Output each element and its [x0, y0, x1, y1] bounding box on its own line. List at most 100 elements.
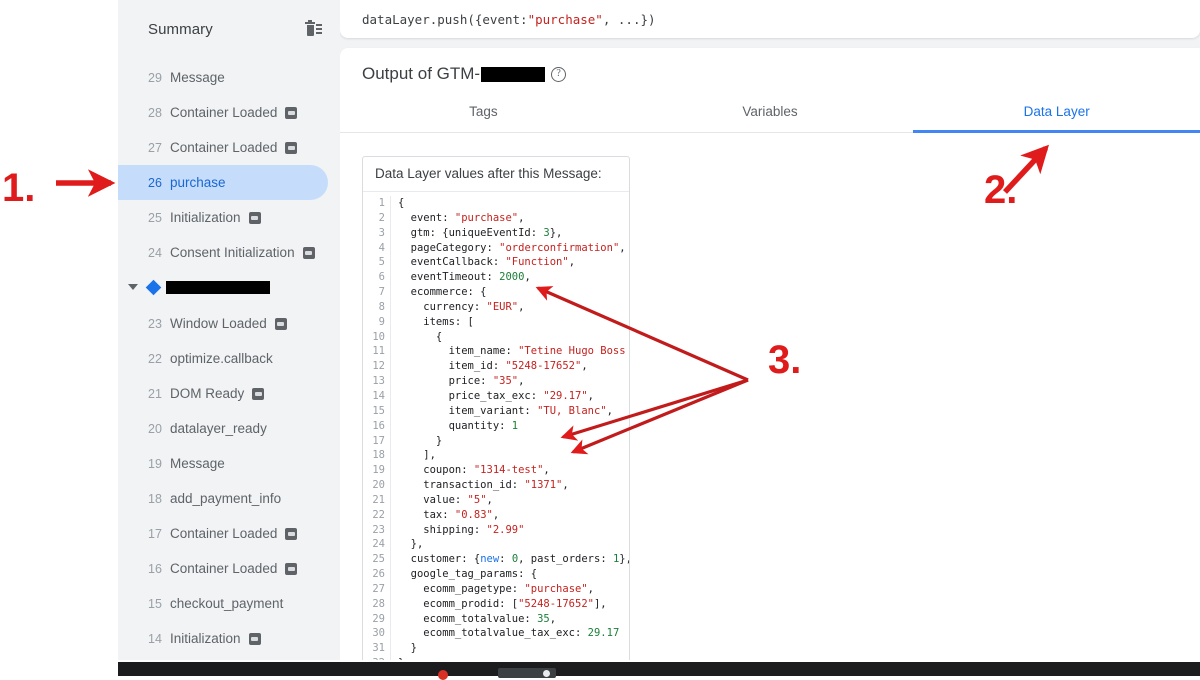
- code-line: {: [398, 197, 405, 209]
- code-line-number: 17: [372, 434, 385, 447]
- data-layer-code-panel: Data Layer values after this Message: 12…: [362, 156, 630, 660]
- code-content: { event: "purchase", gtm: {uniqueEventId…: [391, 196, 629, 660]
- message-sidebar: Summary 29 Message 28 Container Loaded 27 Con…: [118, 0, 340, 660]
- code-line-number: 26: [372, 568, 385, 581]
- code-line: value: "5",: [398, 493, 493, 506]
- annotation-label-3: 3.: [768, 338, 802, 382]
- code-line: item_id: "5248-17652",: [398, 360, 588, 373]
- code-line: ecomm_prodid: ["5248-17652"],: [398, 597, 607, 610]
- code-line-number: 6: [378, 271, 385, 284]
- code-line: price_tax_exc: "29.17",: [398, 389, 594, 402]
- message-number: 21: [148, 386, 162, 401]
- code-line-number: 22: [372, 508, 385, 521]
- sidebar-message-optimize-callback[interactable]: 22 optimize.callback: [118, 341, 328, 376]
- code-line-number: 14: [372, 389, 385, 402]
- message-label: add_payment_info: [170, 491, 282, 506]
- help-circle-icon[interactable]: ?: [551, 66, 567, 82]
- code-line-number: 2: [378, 211, 385, 224]
- message-number: 27: [148, 140, 162, 155]
- sidebar-header: Summary: [118, 0, 340, 58]
- code-line: currency: "EUR",: [398, 300, 525, 313]
- sidebar-message-checkout-payment[interactable]: 15 checkout_payment: [118, 586, 328, 621]
- message-number: 19: [148, 456, 162, 471]
- code-line-number: 10: [372, 330, 385, 343]
- container-group-row[interactable]: [118, 270, 340, 304]
- message-number: 20: [148, 421, 162, 436]
- code-line: gtm: {uniqueEventId: 3},: [398, 226, 563, 239]
- sidebar-message-container-loaded[interactable]: 17 Container Loaded: [118, 516, 328, 551]
- code-line: items: [: [398, 315, 474, 328]
- tab-tags[interactable]: Tags: [340, 98, 627, 132]
- code-line: ecommerce: {: [398, 286, 487, 299]
- message-label: Container Loaded: [170, 561, 278, 576]
- code-line: quantity: 1: [398, 419, 519, 432]
- annotation-label-1: 1.: [2, 166, 36, 210]
- code-line-number: 12: [372, 360, 385, 373]
- sidebar-message-container-loaded[interactable]: 27 Container Loaded: [118, 130, 328, 165]
- datalayer-push-bar: dataLayer.push({event: "purchase", ...}): [340, 0, 1200, 38]
- output-title-text: Output of GTM-: [362, 64, 481, 83]
- code-line-number: 4: [378, 241, 385, 254]
- sidebar-message-initialization[interactable]: 25 Initialization: [118, 200, 328, 235]
- sidebar-message-window-loaded[interactable]: 23 Window Loaded: [118, 306, 328, 341]
- annotation-label-2: 2.: [984, 168, 1018, 212]
- sidebar-message-container-loaded[interactable]: 16 Container Loaded: [118, 551, 328, 586]
- tab-data-layer[interactable]: Data Layer: [913, 98, 1200, 133]
- code-line-number: 16: [372, 419, 385, 432]
- message-number: 15: [148, 596, 162, 611]
- taskbar-dot-icon: [438, 670, 448, 680]
- container-badge-icon: [285, 562, 298, 575]
- code-line-number: 27: [372, 582, 385, 595]
- code-line: {: [398, 330, 443, 343]
- sidebar-message-container-loaded[interactable]: 28 Container Loaded: [118, 95, 328, 130]
- message-label: Window Loaded: [170, 316, 267, 331]
- sidebar-message-message[interactable]: 29 Message: [118, 60, 328, 95]
- code-line-number: 13: [372, 375, 385, 388]
- container-badge-icon: [302, 246, 315, 259]
- code-line-number: 25: [372, 553, 385, 566]
- container-badge-icon: [274, 317, 287, 330]
- sidebar-message-datalayer-ready[interactable]: 20 datalayer_ready: [118, 411, 328, 446]
- chevron-down-icon[interactable]: [128, 284, 138, 290]
- message-number: 23: [148, 316, 162, 331]
- code-line-number: 24: [372, 538, 385, 551]
- main-content: dataLayer.push({event: "purchase", ...})…: [340, 0, 1200, 660]
- code-line-number: 5: [378, 256, 385, 269]
- code-line: item_name: "Tetine Hugo Boss ",: [398, 345, 629, 358]
- message-number: 16: [148, 561, 162, 576]
- code-line: ],: [398, 449, 436, 462]
- code-line-number: 20: [372, 479, 385, 492]
- page-title: Summary: [148, 20, 213, 38]
- sidebar-message-consent-initialization[interactable]: 24 Consent Initialization: [118, 235, 328, 270]
- sidebar-message-add-payment-info[interactable]: 18 add_payment_info: [118, 481, 328, 516]
- code-panel-header: Data Layer values after this Message:: [363, 157, 629, 192]
- push-prefix: dataLayer.push({event:: [362, 11, 528, 27]
- code-line-number: 3: [378, 226, 385, 239]
- message-list-top: 29 Message 28 Container Loaded 27 Container L…: [118, 58, 340, 270]
- code-line-number: 18: [372, 449, 385, 462]
- code-line: event: "purchase",: [398, 211, 525, 224]
- sidebar-message-purchase[interactable]: 26 purchase: [118, 165, 328, 200]
- message-number: 18: [148, 491, 162, 506]
- sidebar-message-message[interactable]: 19 Message: [118, 446, 328, 481]
- message-number: 14: [148, 631, 162, 646]
- container-badge-icon: [285, 527, 298, 540]
- code-line: ecomm_pagetype: "purchase",: [398, 582, 594, 595]
- code-line-number: 1: [378, 197, 385, 209]
- message-label: Container Loaded: [170, 140, 278, 155]
- code-line-number: 15: [372, 404, 385, 417]
- code-line: price: "35",: [398, 375, 525, 388]
- sidebar-message-dom-ready[interactable]: 21 DOM Ready: [118, 376, 328, 411]
- code-line-number: 8: [378, 300, 385, 313]
- trash-icon[interactable]: [304, 20, 322, 38]
- code-line: }: [398, 434, 443, 447]
- message-number: 25: [148, 210, 162, 225]
- message-number: 24: [148, 245, 162, 260]
- code-line: item_variant: "TU, Blanc",: [398, 404, 613, 417]
- tab-variables[interactable]: Variables: [627, 98, 914, 132]
- sidebar-message-initialization[interactable]: 14 Initialization: [118, 621, 328, 656]
- code-line: google_tag_params: {: [398, 568, 538, 581]
- code-line-number: 21: [372, 493, 385, 506]
- message-list-bottom: 23 Window Loaded 22 optimize.callback 21 DOM …: [118, 304, 340, 656]
- code-line: ecomm_totalvalue: 35,: [398, 612, 557, 625]
